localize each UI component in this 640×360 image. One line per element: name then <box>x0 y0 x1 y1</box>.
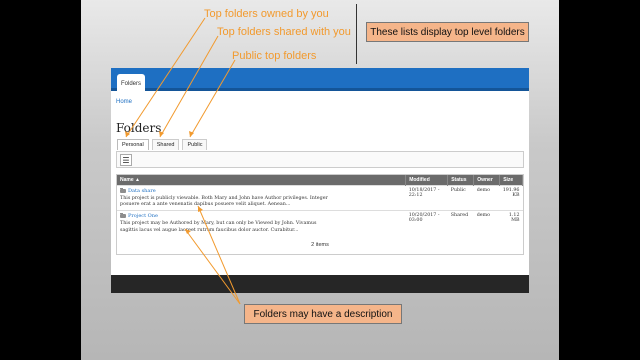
folder-description: This project may be Authored by Mary, bu… <box>120 221 317 233</box>
col-name-header[interactable]: Name ▲ <box>117 175 407 185</box>
cell-status: Shared <box>447 210 474 237</box>
table-row[interactable]: Project One This project may be Authored… <box>117 210 523 237</box>
tab-public[interactable]: Public <box>182 139 208 150</box>
folder-description: This project is publicly viewable. Both … <box>120 195 328 207</box>
folder-tabs: Personal Shared Public <box>117 139 210 150</box>
cell-size: 1.12 MB <box>499 210 523 237</box>
table-row[interactable]: Data share This project is publicly view… <box>117 184 523 211</box>
breadcrumb-home[interactable]: Home <box>116 99 132 105</box>
app-window: Folders Home Folders Personal Shared Pub… <box>111 68 529 293</box>
folder-link[interactable]: Data share <box>128 188 156 194</box>
items-count: 2 items <box>311 242 329 248</box>
tab-shared[interactable]: Shared <box>151 139 180 150</box>
right-letterbox <box>559 0 640 360</box>
top-nav-bar: Folders <box>111 68 529 94</box>
cell-status: Public <box>447 184 474 211</box>
cell-owner: demo <box>473 210 500 237</box>
left-letterbox <box>0 0 81 360</box>
divider-line <box>356 4 357 64</box>
note-description: Folders may have a description <box>244 304 402 324</box>
page-title: Folders <box>116 121 162 135</box>
col-modified-header[interactable]: Modified <box>405 175 449 185</box>
folder-link[interactable]: Project One <box>128 213 158 219</box>
annotation-shared: Top folders shared with you <box>217 26 351 38</box>
folder-icon <box>120 187 126 193</box>
tab-personal[interactable]: Personal <box>117 139 149 150</box>
nav-tab-folders[interactable]: Folders <box>117 74 145 94</box>
col-status-header[interactable]: Status <box>447 175 475 185</box>
menu-icon[interactable]: ☰ <box>120 154 132 166</box>
annotation-public: Public top folders <box>232 50 317 62</box>
annotation-owned: Top folders owned by you <box>204 8 329 20</box>
folders-table: Name ▲ Modified Status Owner Size Data s… <box>116 174 524 255</box>
cell-owner: demo <box>473 184 500 211</box>
col-owner-header[interactable]: Owner <box>473 175 501 185</box>
toolbar: ☰ <box>116 151 524 168</box>
note-top-level: These lists display top level folders <box>366 22 529 42</box>
cell-size: 191.96 KB <box>499 184 523 211</box>
cell-modified: 10/18/2017 - 22:12 <box>405 184 448 211</box>
cell-modified: 10/20/2017 - 03:00 <box>405 210 448 237</box>
col-size-header[interactable]: Size <box>499 175 523 185</box>
folder-icon <box>120 213 126 219</box>
app-footer <box>111 275 529 293</box>
